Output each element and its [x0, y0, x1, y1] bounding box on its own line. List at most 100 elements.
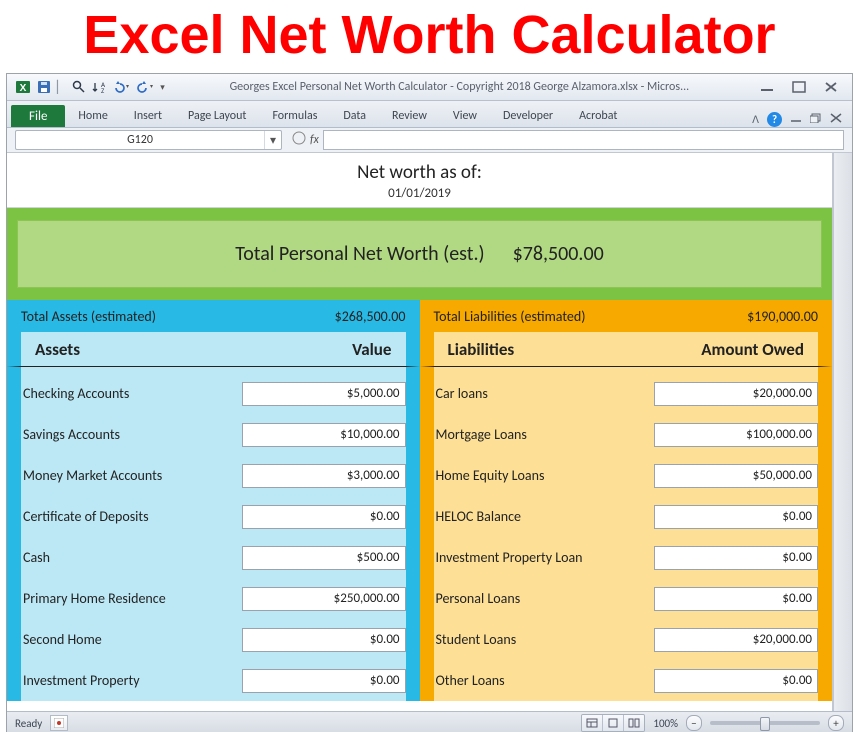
total-liabilities-label: Total Liabilities (estimated): [434, 308, 586, 325]
asset-item-value-cell[interactable]: $0.00: [242, 669, 406, 693]
liability-item-label[interactable]: Mortgage Loans: [436, 426, 655, 443]
asset-item-label[interactable]: Second Home: [23, 631, 242, 648]
name-box[interactable]: G120 ▾: [15, 130, 282, 150]
liabilities-column: Total Liabilities (estimated) $190,000.0…: [420, 300, 833, 701]
title-bar: X ▏ AZ ▾ Georges Excel Personal Net Wort…: [7, 74, 852, 101]
fx-label: fx: [310, 133, 319, 147]
workbook-restore-icon[interactable]: [810, 113, 822, 127]
asset-item-label[interactable]: Investment Property: [23, 672, 242, 689]
page-layout-view-button[interactable]: [603, 715, 624, 731]
assets-value-header: Value: [352, 339, 391, 360]
net-worth-label: Total Personal Net Worth (est.): [235, 242, 484, 266]
close-button[interactable]: [822, 80, 840, 94]
liability-item-row: Other Loans$0.00: [434, 660, 819, 701]
asset-item-label[interactable]: Certificate of Deposits: [23, 508, 242, 525]
asset-item-value-cell[interactable]: $500.00: [242, 546, 406, 570]
status-ready: Ready: [15, 717, 42, 730]
workbook-minimize-icon[interactable]: [790, 113, 802, 127]
total-assets-label: Total Assets (estimated): [21, 308, 156, 325]
page-banner: Excel Net Worth Calculator: [0, 0, 859, 67]
liability-item-row: Mortgage Loans$100,000.00: [434, 414, 819, 455]
tab-review[interactable]: Review: [379, 105, 440, 127]
liability-item-label[interactable]: Car loans: [436, 385, 655, 402]
tab-developer[interactable]: Developer: [490, 105, 566, 127]
liability-item-row: HELOC Balance$0.00: [434, 496, 819, 537]
minimize-button[interactable]: [758, 80, 776, 94]
asset-item-label[interactable]: Checking Accounts: [23, 385, 242, 402]
liability-item-value-cell[interactable]: $20,000.00: [654, 382, 818, 406]
sort-icon[interactable]: AZ: [92, 80, 106, 94]
asset-item-value-cell[interactable]: $10,000.00: [242, 423, 406, 447]
liability-item-label[interactable]: Home Equity Loans: [436, 467, 655, 484]
asset-item-value-cell[interactable]: $250,000.00: [242, 587, 406, 611]
qat-customize-icon[interactable]: ▾: [160, 82, 165, 93]
workbook-close-icon[interactable]: [830, 113, 842, 127]
tab-page-layout[interactable]: Page Layout: [175, 105, 259, 127]
undo-icon[interactable]: [112, 80, 130, 94]
net-worth-date[interactable]: 01/01/2019: [7, 186, 832, 201]
zoom-in-button[interactable]: +: [828, 715, 844, 731]
total-assets-value: $268,500.00: [335, 308, 406, 325]
zoom-level[interactable]: 100%: [653, 717, 678, 730]
assets-header: Assets: [35, 339, 80, 360]
maximize-button[interactable]: [790, 80, 808, 94]
excel-icon: X: [15, 79, 31, 95]
quick-access-toolbar: X ▏ AZ ▾: [7, 79, 173, 95]
liability-item-value-cell[interactable]: $100,000.00: [654, 423, 818, 447]
liability-item-label[interactable]: Personal Loans: [436, 590, 655, 607]
help-icon[interactable]: ?: [767, 112, 782, 127]
name-box-value: G120: [16, 133, 264, 147]
zoom-slider-thumb[interactable]: [760, 717, 770, 731]
asset-item-value-cell[interactable]: $5,000.00: [242, 382, 406, 406]
liability-item-value-cell[interactable]: $0.00: [654, 669, 818, 693]
svg-text:X: X: [20, 83, 27, 94]
asset-item-row: Checking Accounts$5,000.00: [21, 373, 406, 414]
insert-function-icon[interactable]: [292, 131, 306, 149]
asset-item-value-cell[interactable]: $0.00: [242, 505, 406, 529]
macro-record-icon[interactable]: [50, 715, 68, 731]
vertical-scrollbar[interactable]: [833, 153, 852, 711]
net-worth-header: Net worth as of: 01/01/2019: [7, 153, 832, 208]
asset-item-row: Certificate of Deposits$0.00: [21, 496, 406, 537]
asset-item-value-cell[interactable]: $3,000.00: [242, 464, 406, 488]
asset-item-label[interactable]: Money Market Accounts: [23, 467, 242, 484]
liability-item-label[interactable]: HELOC Balance: [436, 508, 655, 525]
formula-bar[interactable]: [323, 130, 844, 150]
liability-item-row: Personal Loans$0.00: [434, 578, 819, 619]
tab-acrobat[interactable]: Acrobat: [566, 105, 630, 127]
liability-item-value-cell[interactable]: $50,000.00: [654, 464, 818, 488]
liability-item-label[interactable]: Investment Property Loan: [436, 549, 655, 566]
liability-item-value-cell[interactable]: $0.00: [654, 505, 818, 529]
asset-item-label[interactable]: Cash: [23, 549, 242, 566]
net-worth-summary-band: Total Personal Net Worth (est.) $78,500.…: [7, 208, 832, 300]
file-tab[interactable]: File: [11, 105, 65, 127]
normal-view-button[interactable]: [582, 715, 603, 731]
page-break-view-button[interactable]: [624, 715, 644, 731]
tab-formulas[interactable]: Formulas: [259, 105, 330, 127]
liability-item-row: Home Equity Loans$50,000.00: [434, 455, 819, 496]
tab-home[interactable]: Home: [65, 105, 120, 127]
zoom-slider[interactable]: [710, 721, 820, 725]
formula-bar-row: G120 ▾ fx: [7, 128, 852, 153]
asset-item-label[interactable]: Savings Accounts: [23, 426, 242, 443]
redo-icon[interactable]: [136, 80, 154, 94]
tab-insert[interactable]: Insert: [121, 105, 175, 127]
tab-data[interactable]: Data: [330, 105, 379, 127]
asset-item-label[interactable]: Primary Home Residence: [23, 590, 242, 607]
window-title: Georges Excel Personal Net Worth Calcula…: [173, 80, 746, 94]
liability-item-row: Investment Property Loan$0.00: [434, 537, 819, 578]
save-icon[interactable]: [37, 80, 51, 94]
liability-item-value-cell[interactable]: $0.00: [654, 546, 818, 570]
liability-item-value-cell[interactable]: $20,000.00: [654, 628, 818, 652]
zoom-out-button[interactable]: −: [686, 715, 702, 731]
asset-item-row: Cash$500.00: [21, 537, 406, 578]
liability-item-label[interactable]: Other Loans: [436, 672, 655, 689]
ribbon-minimize-icon[interactable]: ᐱ: [752, 113, 759, 126]
find-icon[interactable]: [72, 80, 86, 94]
status-bar: Ready 100% − +: [7, 711, 852, 732]
liability-item-value-cell[interactable]: $0.00: [654, 587, 818, 611]
asset-item-value-cell[interactable]: $0.00: [242, 628, 406, 652]
liability-item-label[interactable]: Student Loans: [436, 631, 655, 648]
tab-view[interactable]: View: [440, 105, 490, 127]
name-box-dropdown-icon[interactable]: ▾: [264, 131, 281, 149]
